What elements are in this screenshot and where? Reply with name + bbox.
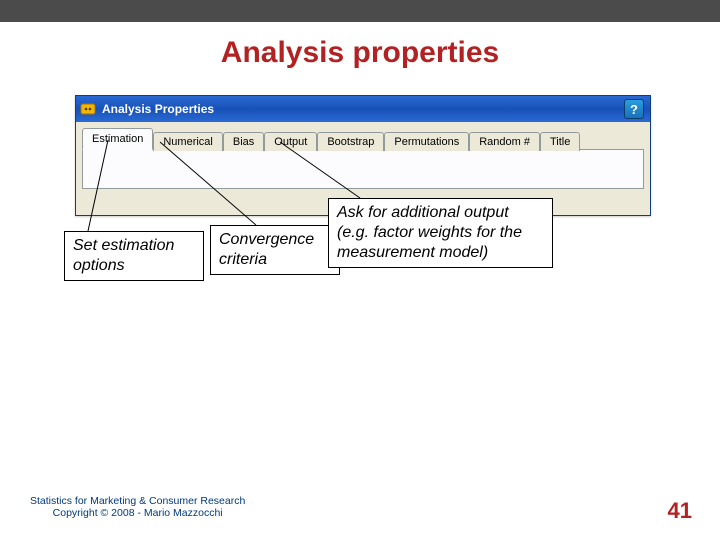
titlebar-text: Analysis Properties bbox=[102, 102, 214, 116]
callout-estimation: Set estimation options bbox=[64, 231, 204, 281]
tab-label: Bias bbox=[233, 136, 254, 148]
footer: Statistics for Marketing & Consumer Rese… bbox=[30, 495, 245, 520]
tab-label: Random # bbox=[479, 136, 530, 148]
tab-output[interactable]: Output bbox=[264, 132, 317, 151]
tab-estimation[interactable]: Estimation bbox=[82, 128, 153, 150]
callout-text: Convergence criteria bbox=[219, 231, 314, 268]
callout-convergence: Convergence criteria bbox=[210, 225, 340, 275]
tab-panel bbox=[82, 149, 644, 189]
footer-line2: Copyright © 2008 - Mario Mazzocchi bbox=[30, 507, 245, 520]
tab-numerical[interactable]: Numerical bbox=[153, 132, 223, 151]
tab-bias[interactable]: Bias bbox=[223, 132, 264, 151]
tab-label: Estimation bbox=[92, 133, 143, 145]
tab-label: Bootstrap bbox=[327, 136, 374, 148]
tab-title[interactable]: Title bbox=[540, 132, 580, 151]
tab-strip: Estimation Numerical Bias Output Bootstr… bbox=[82, 128, 644, 150]
help-button[interactable]: ? bbox=[624, 99, 644, 119]
slide-title: Analysis properties bbox=[0, 36, 720, 70]
footer-line1: Statistics for Marketing & Consumer Rese… bbox=[30, 495, 245, 508]
callout-text: Ask for additional output (e.g. factor w… bbox=[337, 204, 522, 261]
tab-label: Title bbox=[550, 136, 570, 148]
tab-bootstrap[interactable]: Bootstrap bbox=[317, 132, 384, 151]
page-number: 41 bbox=[668, 498, 692, 524]
tab-permutations[interactable]: Permutations bbox=[384, 132, 469, 151]
callout-output: Ask for additional output (e.g. factor w… bbox=[328, 198, 553, 268]
tab-label: Numerical bbox=[163, 136, 213, 148]
top-bar bbox=[0, 0, 720, 22]
tab-label: Permutations bbox=[394, 136, 459, 148]
app-icon bbox=[80, 101, 96, 117]
tab-label: Output bbox=[274, 136, 307, 148]
titlebar[interactable]: Analysis Properties ? bbox=[76, 96, 650, 122]
callout-text: Set estimation options bbox=[73, 237, 174, 274]
tab-random[interactable]: Random # bbox=[469, 132, 540, 151]
